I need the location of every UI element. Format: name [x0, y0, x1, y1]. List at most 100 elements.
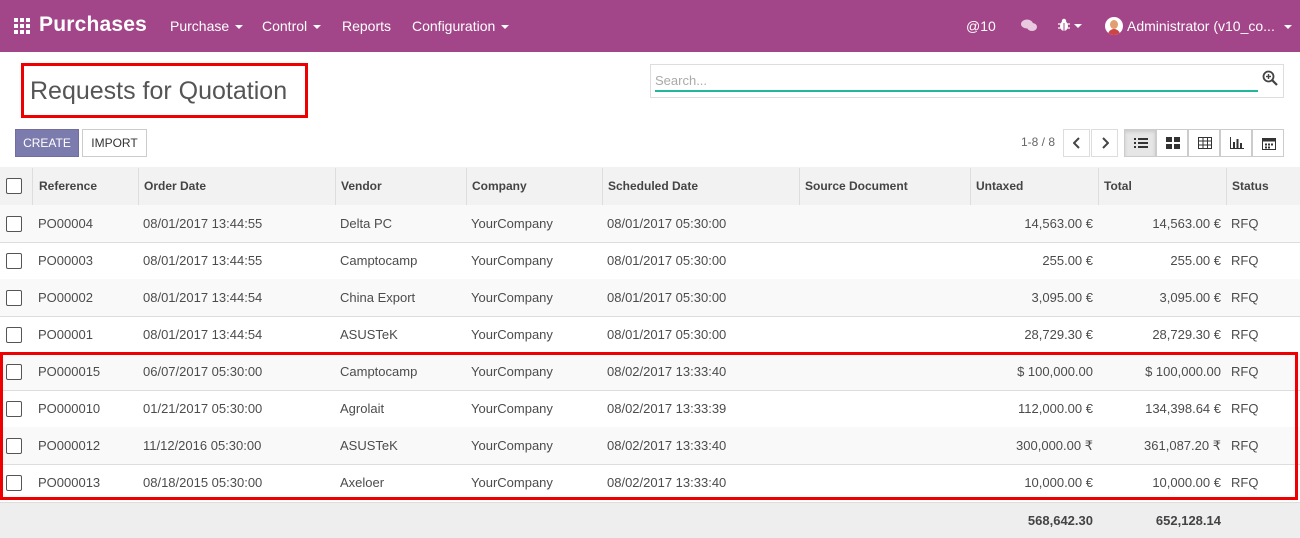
column-divider	[602, 168, 603, 205]
cell-scheduled-date: 08/01/2017 05:30:00	[607, 216, 727, 231]
cell-status: RFQ	[1231, 216, 1259, 231]
menu-reports[interactable]: Reports	[342, 18, 391, 34]
chat-icon[interactable]	[1021, 19, 1037, 32]
table-footer-border	[0, 502, 1300, 503]
graph-view-icon	[1230, 137, 1244, 149]
cell-order-date: 08/01/2017 13:44:54	[143, 327, 263, 342]
column-header-untaxed[interactable]: Untaxed	[976, 179, 1023, 193]
cell-reference: PO00004	[38, 216, 93, 231]
cell-order-date: 08/01/2017 13:44:55	[143, 216, 263, 231]
graph-view-button[interactable]	[1220, 129, 1252, 157]
calendar-view-button[interactable]	[1252, 129, 1284, 157]
column-divider	[335, 168, 336, 205]
debug-caret-down-icon	[1074, 24, 1082, 28]
menu-purchase-label: Purchase	[170, 18, 230, 34]
row-checkbox[interactable]	[6, 216, 22, 232]
menu-configuration[interactable]: Configuration	[412, 18, 510, 34]
column-divider	[32, 168, 33, 205]
apps-grid-icon[interactable]	[14, 18, 30, 34]
caret-down-icon	[235, 25, 244, 30]
cell-untaxed: 3,095.00 €	[1031, 290, 1093, 305]
caret-down-icon	[501, 25, 510, 30]
cell-order-date: 08/01/2017 13:44:55	[143, 253, 263, 268]
cell-total: 14,563.00 €	[1152, 216, 1221, 231]
cell-vendor: ASUSTeK	[340, 327, 398, 342]
rows-highlight-box	[0, 352, 1298, 500]
cell-scheduled-date: 08/01/2017 05:30:00	[607, 290, 727, 305]
pivot-view-icon	[1198, 137, 1212, 149]
column-divider	[466, 168, 467, 205]
menu-configuration-label: Configuration	[412, 18, 496, 34]
menu-purchase[interactable]: Purchase	[170, 18, 244, 34]
cell-total: 3,095.00 €	[1159, 290, 1221, 305]
chevron-right-icon	[1101, 137, 1109, 149]
column-header-total[interactable]: Total	[1104, 179, 1132, 193]
search-icon[interactable]	[1262, 70, 1278, 86]
cell-untaxed: 28,729.30 €	[1024, 327, 1093, 342]
user-name: Administrator (v10_co...	[1127, 18, 1275, 34]
cell-untaxed: 14,563.00 €	[1024, 216, 1093, 231]
column-divider	[970, 168, 971, 205]
column-divider	[1226, 168, 1227, 205]
column-divider	[799, 168, 800, 205]
cell-scheduled-date: 08/01/2017 05:30:00	[607, 327, 727, 342]
avatar[interactable]	[1105, 17, 1123, 35]
app-name[interactable]: Purchases	[39, 13, 147, 37]
cell-reference: PO00003	[38, 253, 93, 268]
column-divider	[138, 168, 139, 205]
user-menu[interactable]: Administrator (v10_co...	[1127, 18, 1292, 34]
cell-total: 28,729.30 €	[1152, 327, 1221, 342]
total-untaxed: 568,642.30	[1027, 513, 1093, 528]
row-checkbox[interactable]	[6, 253, 22, 269]
cell-company: YourCompany	[471, 253, 553, 268]
search-input[interactable]	[655, 70, 1258, 92]
list-view-button[interactable]	[1124, 129, 1156, 157]
pager-previous-button[interactable]	[1063, 129, 1090, 157]
pager-next-button[interactable]	[1091, 129, 1118, 157]
cell-scheduled-date: 08/01/2017 05:30:00	[607, 253, 727, 268]
caret-down-icon	[313, 25, 322, 30]
column-header-company[interactable]: Company	[472, 179, 527, 193]
top-navbar: Purchases Purchase Control Reports Confi…	[0, 0, 1300, 52]
kanban-view-icon	[1166, 137, 1180, 149]
create-button[interactable]: CREATE	[15, 129, 79, 157]
mentions-counter[interactable]: @10	[966, 18, 996, 34]
row-checkbox[interactable]	[6, 327, 22, 343]
column-header-order-date[interactable]: Order Date	[144, 179, 206, 193]
menu-reports-label: Reports	[342, 18, 392, 34]
bug-icon[interactable]	[1057, 18, 1071, 32]
calendar-view-icon	[1262, 138, 1276, 150]
column-divider	[1098, 168, 1099, 205]
list-view-icon	[1134, 138, 1148, 148]
column-header-status[interactable]: Status	[1232, 179, 1269, 193]
row-checkbox[interactable]	[6, 290, 22, 306]
cell-vendor: Camptocamp	[340, 253, 418, 268]
menu-control[interactable]: Control	[262, 18, 322, 34]
cell-untaxed: 255.00 €	[1042, 253, 1093, 268]
cell-order-date: 08/01/2017 13:44:54	[143, 290, 263, 305]
menu-control-label: Control	[262, 18, 308, 34]
caret-down-icon	[1283, 25, 1292, 30]
cell-total: 255.00 €	[1170, 253, 1221, 268]
total-amount: 652,128.14	[1155, 513, 1221, 528]
cell-status: RFQ	[1231, 253, 1259, 268]
chevron-left-icon	[1072, 137, 1080, 149]
cell-vendor: Delta PC	[340, 216, 393, 231]
cell-company: YourCompany	[471, 216, 553, 231]
pivot-view-button[interactable]	[1188, 129, 1220, 157]
cell-reference: PO00002	[38, 290, 93, 305]
import-button[interactable]: IMPORT	[82, 129, 147, 157]
pager-value[interactable]: 1-8 / 8	[1021, 135, 1055, 149]
cell-vendor: China Export	[340, 290, 416, 305]
column-header-reference[interactable]: Reference	[39, 179, 97, 193]
cell-status: RFQ	[1231, 327, 1259, 342]
cell-status: RFQ	[1231, 290, 1259, 305]
cell-company: YourCompany	[471, 290, 553, 305]
column-header-source-document[interactable]: Source Document	[805, 179, 908, 193]
column-header-scheduled-date[interactable]: Scheduled Date	[608, 179, 698, 193]
kanban-view-button[interactable]	[1156, 129, 1188, 157]
column-header-vendor[interactable]: Vendor	[341, 179, 382, 193]
select-all-checkbox[interactable]	[6, 178, 22, 194]
cell-reference: PO00001	[38, 327, 93, 342]
cell-company: YourCompany	[471, 327, 553, 342]
